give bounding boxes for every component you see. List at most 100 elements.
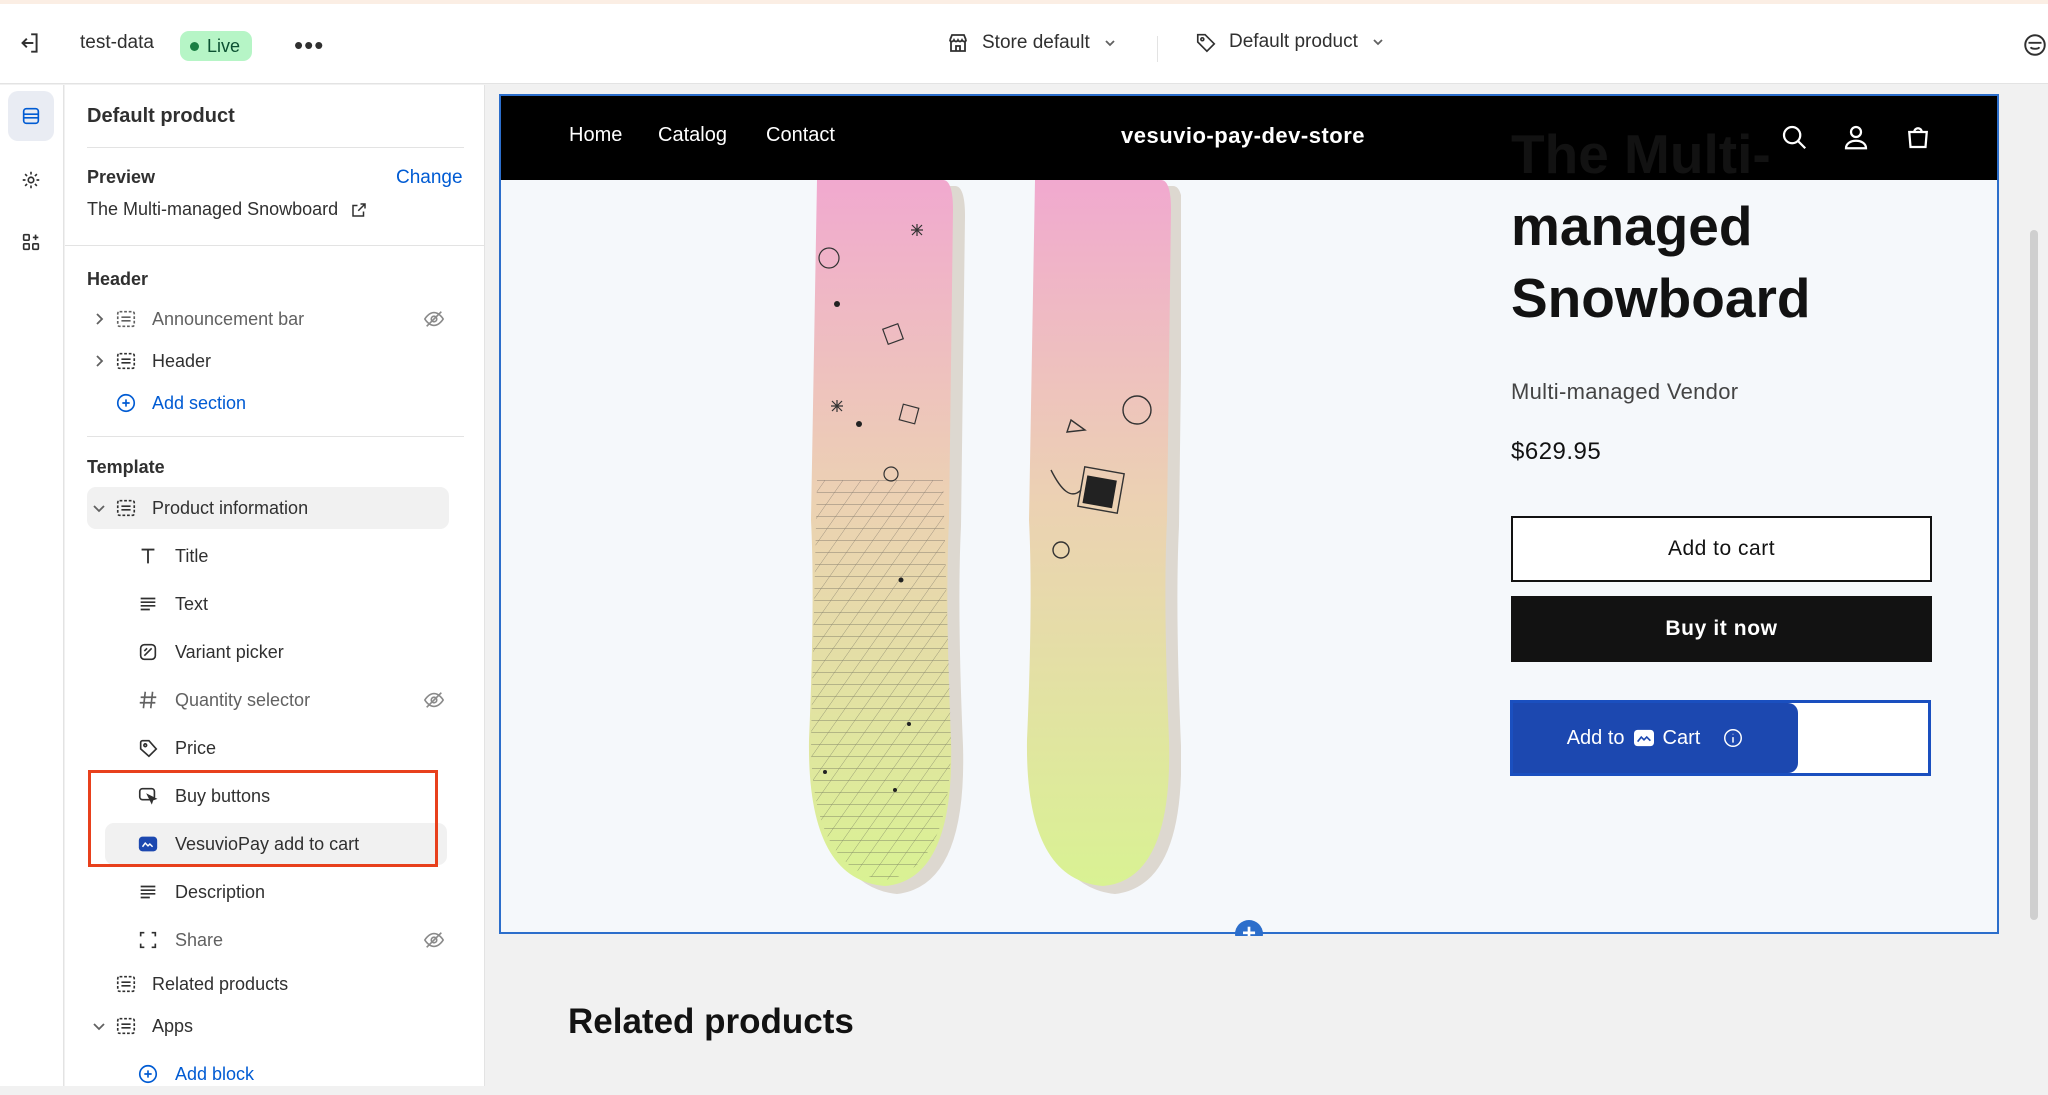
section-icon xyxy=(116,352,136,370)
live-status-badge: Live xyxy=(180,31,253,61)
preview-product-link[interactable]: The Multi-managed Snowboard xyxy=(87,199,368,220)
hash-icon xyxy=(139,691,157,709)
block-label: Text xyxy=(175,593,209,614)
hidden-eye-icon xyxy=(423,932,445,948)
chevron-down-icon xyxy=(93,505,105,513)
text-title-icon xyxy=(141,548,155,564)
tag-icon xyxy=(1196,33,1216,53)
exit-icon[interactable] xyxy=(16,30,42,56)
plus-circle-icon xyxy=(116,393,136,413)
vp-add-to-label: Add to xyxy=(1566,726,1625,749)
header-group-label: Header xyxy=(87,269,149,289)
section-product-information[interactable]: Product information xyxy=(87,487,449,529)
buy-it-now-button[interactable]: Buy it now xyxy=(1511,596,1932,662)
change-preview-link[interactable]: Change xyxy=(396,167,463,189)
hidden-eye-icon xyxy=(423,311,445,327)
topbar-divider xyxy=(1157,36,1158,62)
divider xyxy=(65,245,485,246)
editor-rail xyxy=(0,85,64,1086)
divider xyxy=(87,436,464,437)
section-icon xyxy=(116,310,136,328)
editor-topbar: test-data Live ••• Store default Default… xyxy=(0,4,2048,84)
nav-contact[interactable]: Contact xyxy=(766,124,835,147)
product-vendor: Multi-managed Vendor xyxy=(1511,379,1739,404)
text-lines-icon xyxy=(140,885,156,899)
sections-tab[interactable] xyxy=(8,91,54,141)
share-frame-icon xyxy=(139,931,157,949)
user-avatar-icon[interactable] xyxy=(2022,32,2048,58)
product-section-frame[interactable]: Home Catalog Contact vesuvio-pay-dev-sto… xyxy=(499,94,1999,934)
section-icon xyxy=(116,499,136,517)
info-icon xyxy=(1724,729,1743,747)
section-icon xyxy=(116,1017,136,1035)
preview-label: Preview xyxy=(87,167,156,187)
nav-catalog[interactable]: Catalog xyxy=(658,124,727,147)
preview-product-name: The Multi-managed Snowboard xyxy=(87,199,339,219)
text-lines-icon xyxy=(140,597,156,611)
theme-selector[interactable]: Store default xyxy=(946,31,1118,55)
live-dot-icon xyxy=(190,41,199,51)
product-price: $629.95 xyxy=(1511,438,1602,465)
related-products-heading: Related products xyxy=(568,1002,854,1041)
theme-selector-label: Store default xyxy=(982,32,1090,53)
gear-icon xyxy=(22,171,40,189)
section-header[interactable]: Header xyxy=(87,340,465,382)
price-tag-icon xyxy=(139,739,158,758)
block-text[interactable]: Text xyxy=(87,583,465,625)
product-image-snowboards[interactable] xyxy=(801,180,1181,900)
theme-settings-tab[interactable] xyxy=(8,155,54,205)
section-announcement-bar[interactable]: Announcement bar xyxy=(87,298,465,340)
store-icon xyxy=(949,34,967,52)
chevron-right-icon xyxy=(96,313,104,325)
nav-home[interactable]: Home xyxy=(569,124,622,147)
store-name: test-data xyxy=(80,32,154,53)
block-variant-picker[interactable]: Variant picker xyxy=(87,631,465,673)
block-label: Description xyxy=(175,881,266,902)
section-label: Announcement bar xyxy=(152,308,305,329)
vesuviopay-logo-icon xyxy=(1633,729,1654,747)
external-link-icon xyxy=(352,202,366,217)
chevron-down-icon xyxy=(1373,39,1383,46)
store-logo-text[interactable]: vesuvio-pay-dev-store xyxy=(1121,123,1365,149)
block-label: Quantity selector xyxy=(175,689,311,710)
section-label: Apps xyxy=(152,1015,194,1036)
add-block-button[interactable]: Add block xyxy=(87,1053,465,1095)
chevron-right-icon xyxy=(96,355,104,367)
template-group-label: Template xyxy=(87,457,165,477)
chevron-down-icon xyxy=(1105,40,1115,47)
section-related-products[interactable]: Related products xyxy=(87,963,465,1005)
add-section-button[interactable]: Add section xyxy=(87,382,465,424)
section-label: Related products xyxy=(152,973,289,994)
vesuviopay-add-to-cart-button[interactable]: Add to Cart xyxy=(1513,703,1798,773)
live-label: Live xyxy=(207,35,241,56)
add-block-label: Add block xyxy=(175,1063,255,1084)
section-apps[interactable]: Apps xyxy=(87,1005,465,1047)
apps-icon xyxy=(22,233,40,251)
block-quantity-selector[interactable]: Quantity selector xyxy=(87,679,465,721)
block-label: Share xyxy=(175,929,224,950)
sections-icon xyxy=(22,107,40,125)
more-actions-icon[interactable]: ••• xyxy=(294,30,324,61)
section-label: Header xyxy=(152,350,212,371)
block-price[interactable]: Price xyxy=(87,727,465,769)
hidden-eye-icon xyxy=(423,692,445,708)
template-selector[interactable]: Default product xyxy=(1195,31,1386,53)
preview-scrollbar[interactable] xyxy=(2030,230,2038,920)
plus-circle-icon xyxy=(138,1064,158,1084)
vesuviopay-block: Add to Cart xyxy=(1510,700,1931,776)
section-label: Product information xyxy=(152,497,309,518)
variant-icon xyxy=(139,643,157,661)
block-title[interactable]: Title xyxy=(87,535,465,577)
block-description[interactable]: Description xyxy=(87,871,465,913)
sections-sidebar: Default product Preview Change The Multi… xyxy=(65,85,485,1086)
app-embeds-tab[interactable] xyxy=(8,217,54,267)
block-label: Title xyxy=(175,545,209,566)
section-icon xyxy=(116,975,136,993)
highlight-box xyxy=(88,770,438,867)
sidebar-title: Default product xyxy=(87,105,235,127)
product-title: The Multi-managed Snowboard xyxy=(1511,123,1811,329)
block-label: Variant picker xyxy=(175,641,284,662)
add-to-cart-button[interactable]: Add to cart xyxy=(1511,516,1932,582)
block-share[interactable]: Share xyxy=(87,919,465,961)
vp-cart-label: Cart xyxy=(1662,726,1701,749)
